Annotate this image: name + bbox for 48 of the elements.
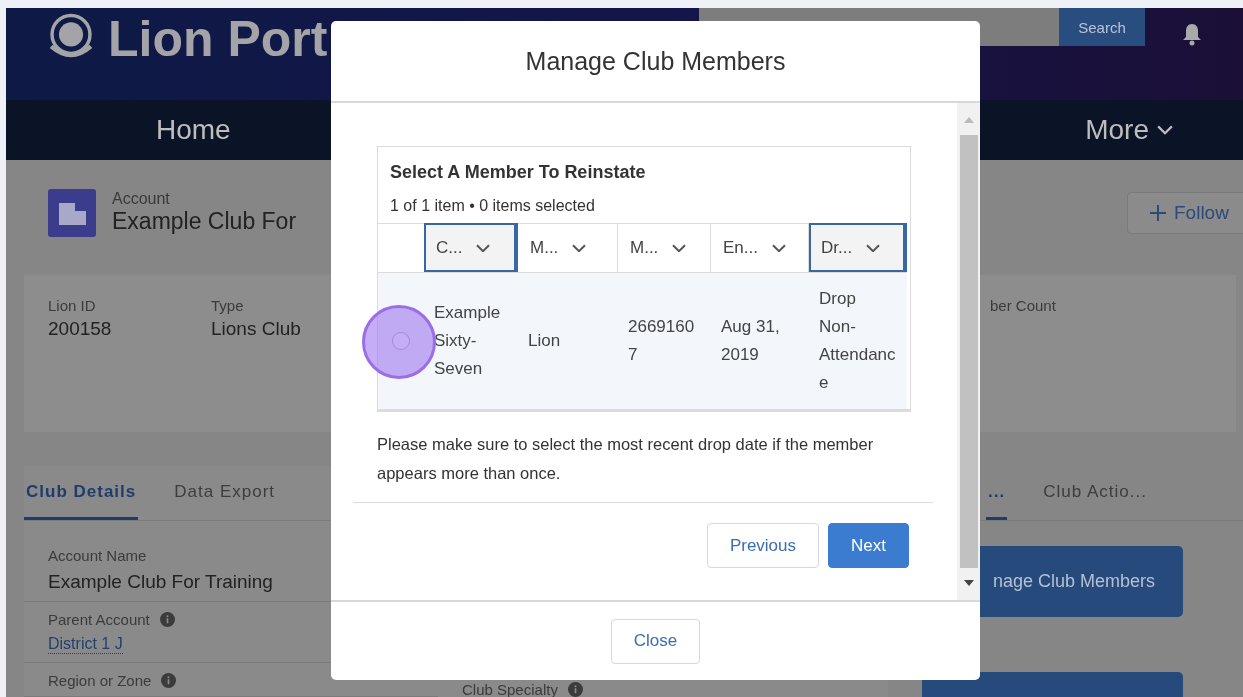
nav-item[interactable]: More [1085, 114, 1173, 146]
column-header[interactable]: M... [618, 223, 711, 272]
tab[interactable]: ... [986, 466, 1008, 520]
scrollbar[interactable] [957, 103, 980, 600]
next-button[interactable]: Next [828, 523, 909, 568]
chevron-down-icon [771, 243, 786, 253]
previous-button[interactable]: Previous [706, 523, 820, 568]
record-name: Example Club For [112, 208, 297, 235]
scroll-down-arrow-icon[interactable] [963, 580, 974, 588]
modal-title: Manage Club Members [525, 46, 786, 76]
table-title: Select A Member To Reinstate [389, 161, 647, 183]
search-button[interactable]: Search [1059, 8, 1145, 46]
column-header[interactable]: C... [424, 223, 518, 272]
field-label: Parent Account [48, 612, 438, 627]
column-header[interactable]: M... [518, 223, 618, 272]
table-cell: Drop Non-Attendance [809, 272, 907, 409]
column-header[interactable]: Dr... [809, 223, 907, 272]
field-label: Account Name [48, 548, 148, 563]
radio-button[interactable] [392, 332, 410, 350]
field-label: Lion ID [48, 297, 97, 314]
object-type-label: Account [112, 190, 171, 208]
column-header[interactable]: En... [711, 223, 809, 272]
field-label: Region or Zone [48, 673, 438, 688]
tab[interactable]: Club Details [24, 466, 139, 520]
table-cell: Aug 31, 2019 [711, 272, 809, 409]
chevron-down-icon [476, 243, 491, 253]
parent-account-link[interactable]: District 1 J [48, 635, 123, 654]
close-button[interactable]: Close [610, 618, 701, 664]
table-cell: Lion [518, 272, 618, 409]
plus-icon [1150, 204, 1166, 221]
field-value: Lions Club [211, 318, 302, 340]
field-label: ber Count [990, 297, 1057, 314]
nav-item[interactable]: Home [156, 114, 231, 146]
table-cell: Example Sixty-Seven [424, 272, 518, 409]
tab[interactable]: Data Export [172, 466, 277, 520]
instruction-text: Please make sure to select the most recent drop date if the member appears more than once. [377, 434, 875, 484]
portal-logo-text: Lion Port [108, 12, 328, 66]
table-cell: 26691607 [618, 272, 711, 409]
item-count: 1 of 1 item • 0 items selected [389, 196, 596, 216]
tab[interactable]: Club Actio... [1041, 466, 1149, 520]
chevron-down-icon [572, 243, 587, 253]
field-value: Example Club For Training [48, 571, 274, 593]
chevron-down-icon [866, 243, 881, 253]
building-icon [48, 188, 96, 237]
field-label: Type [211, 297, 245, 314]
field-value: 200158 [48, 318, 113, 340]
bell-icon[interactable] [1181, 22, 1203, 46]
chevron-down-icon [672, 243, 687, 253]
